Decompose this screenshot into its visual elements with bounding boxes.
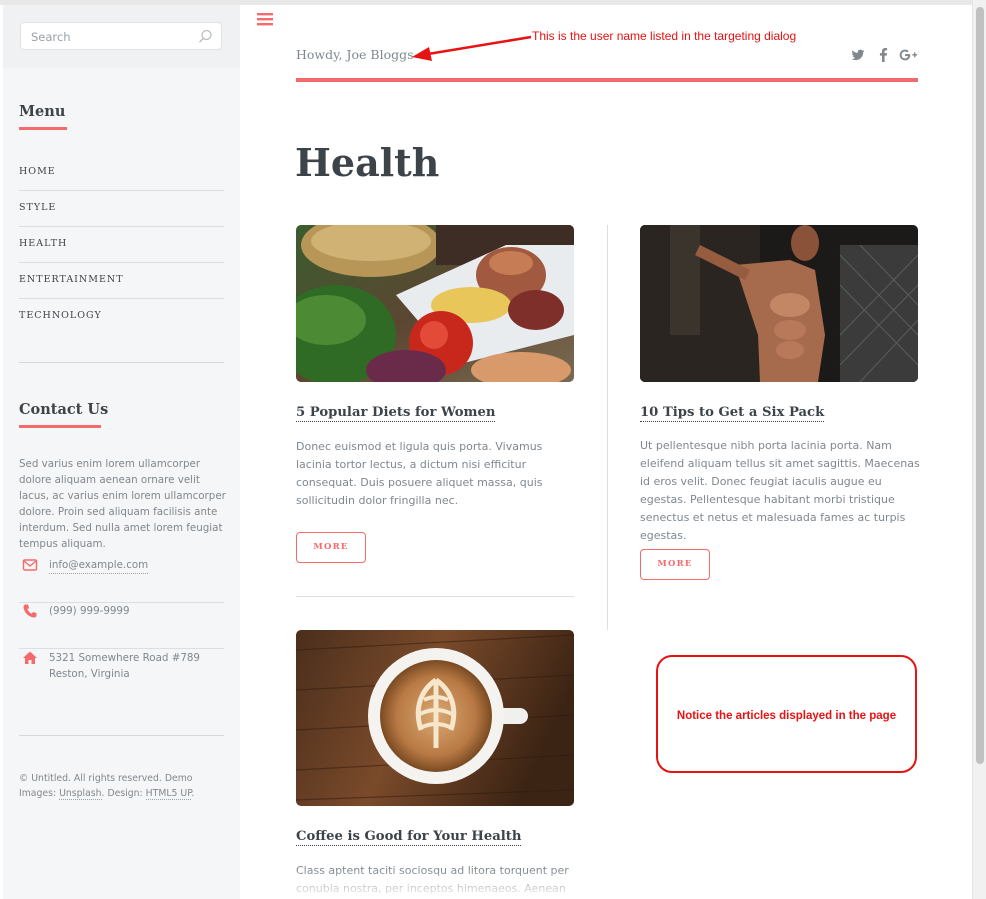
footer-end: . (191, 788, 195, 799)
home-icon (23, 651, 37, 664)
phone-icon (23, 604, 37, 618)
article-2-text: Ut pellentesque nibh porta lacinia porta… (640, 439, 920, 542)
scrollbar-thumb[interactable] (976, 7, 984, 764)
contact-description: Sed varius enim lorem ullamcorper dolore… (19, 458, 226, 550)
row-separator (296, 596, 574, 597)
menu-heading: Menu (19, 103, 66, 120)
google-plus-icon[interactable] (899, 48, 918, 62)
sidebar-divider (19, 362, 224, 363)
menu-item-home[interactable]: HOME (19, 155, 224, 191)
bottom-fade (241, 869, 972, 899)
article-1-image[interactable] (296, 225, 574, 382)
menu-item-style[interactable]: STYLE (19, 191, 224, 227)
contact-phone: (999) 999-9999 (49, 605, 130, 617)
contact-address-line2: Reston, Virginia (49, 668, 130, 680)
twitter-icon[interactable] (851, 48, 865, 62)
contact-email-row: info@example.com (19, 557, 224, 603)
search-input[interactable]: Search (20, 22, 222, 50)
food-plate-photo (296, 225, 574, 382)
contact-heading-underline (19, 425, 101, 428)
user-greeting: Howdy, Joe Bloggs (296, 47, 414, 62)
search-icon[interactable] (198, 29, 213, 44)
menu-item-entertainment[interactable]: ENTERTAINMENT (19, 263, 224, 299)
article-2-image[interactable] (640, 225, 918, 382)
facebook-icon[interactable] (877, 48, 889, 62)
footer-design-label: . Design: (101, 788, 143, 799)
article-2-title[interactable]: 10 Tips to Get a Six Pack (640, 405, 825, 422)
search-placeholder: Search (31, 30, 71, 44)
sidebar: Search Menu HOME STYLE HEALTH ENTERTAINM… (3, 5, 240, 899)
vertical-scrollbar[interactable] (972, 0, 986, 899)
menu-heading-underline (19, 127, 67, 130)
menu-toggle-icon[interactable] (257, 12, 273, 26)
menu-item-technology[interactable]: TECHNOLOGY (19, 299, 224, 335)
article-1-title[interactable]: 5 Popular Diets for Women (296, 405, 496, 422)
footer-unsplash-link[interactable]: Unsplash (59, 788, 102, 800)
fitness-man-photo (640, 225, 918, 382)
contact-email-link[interactable]: info@example.com (49, 557, 149, 574)
articles-annotation-box: Notice the articles displayed in the pag… (656, 655, 917, 773)
article-3-image[interactable] (296, 630, 574, 806)
menu-item-health[interactable]: HEALTH (19, 227, 224, 263)
article-3-title[interactable]: Coffee is Good for Your Health (296, 829, 522, 846)
contact-address-row: 5321 Somewhere Road #789 Reston, Virgini… (19, 650, 224, 736)
articles-annotation-text: Notice the articles displayed in the pag… (676, 710, 897, 722)
menu-list: HOME STYLE HEALTH ENTERTAINMENT TECHNOLO… (19, 155, 224, 335)
article-1-more-button[interactable]: MORE (296, 532, 366, 563)
user-annotation-text: This is the user name listed in the targ… (532, 29, 797, 43)
search-section: Search (3, 5, 240, 68)
contact-phone-row: (999) 999-9999 (19, 603, 224, 649)
contact-address-line1: 5321 Somewhere Road #789 (49, 652, 200, 664)
article-1-text: Donec euismod et ligula quis porta. Viva… (296, 440, 543, 507)
footer-divider (19, 735, 224, 736)
contact-heading: Contact Us (19, 401, 109, 418)
latte-coffee-photo (296, 630, 574, 806)
envelope-icon (22, 559, 38, 571)
page-title: Health (295, 140, 440, 185)
article-2-more-button[interactable]: MORE (640, 549, 710, 580)
column-separator (607, 225, 608, 630)
footer-html5up-link[interactable]: HTML5 UP (145, 788, 192, 800)
annotation-arrow (412, 35, 532, 61)
header-underline (296, 78, 918, 82)
sidebar-footer: © Untitled. All rights reserved. Demo Im… (19, 771, 229, 801)
